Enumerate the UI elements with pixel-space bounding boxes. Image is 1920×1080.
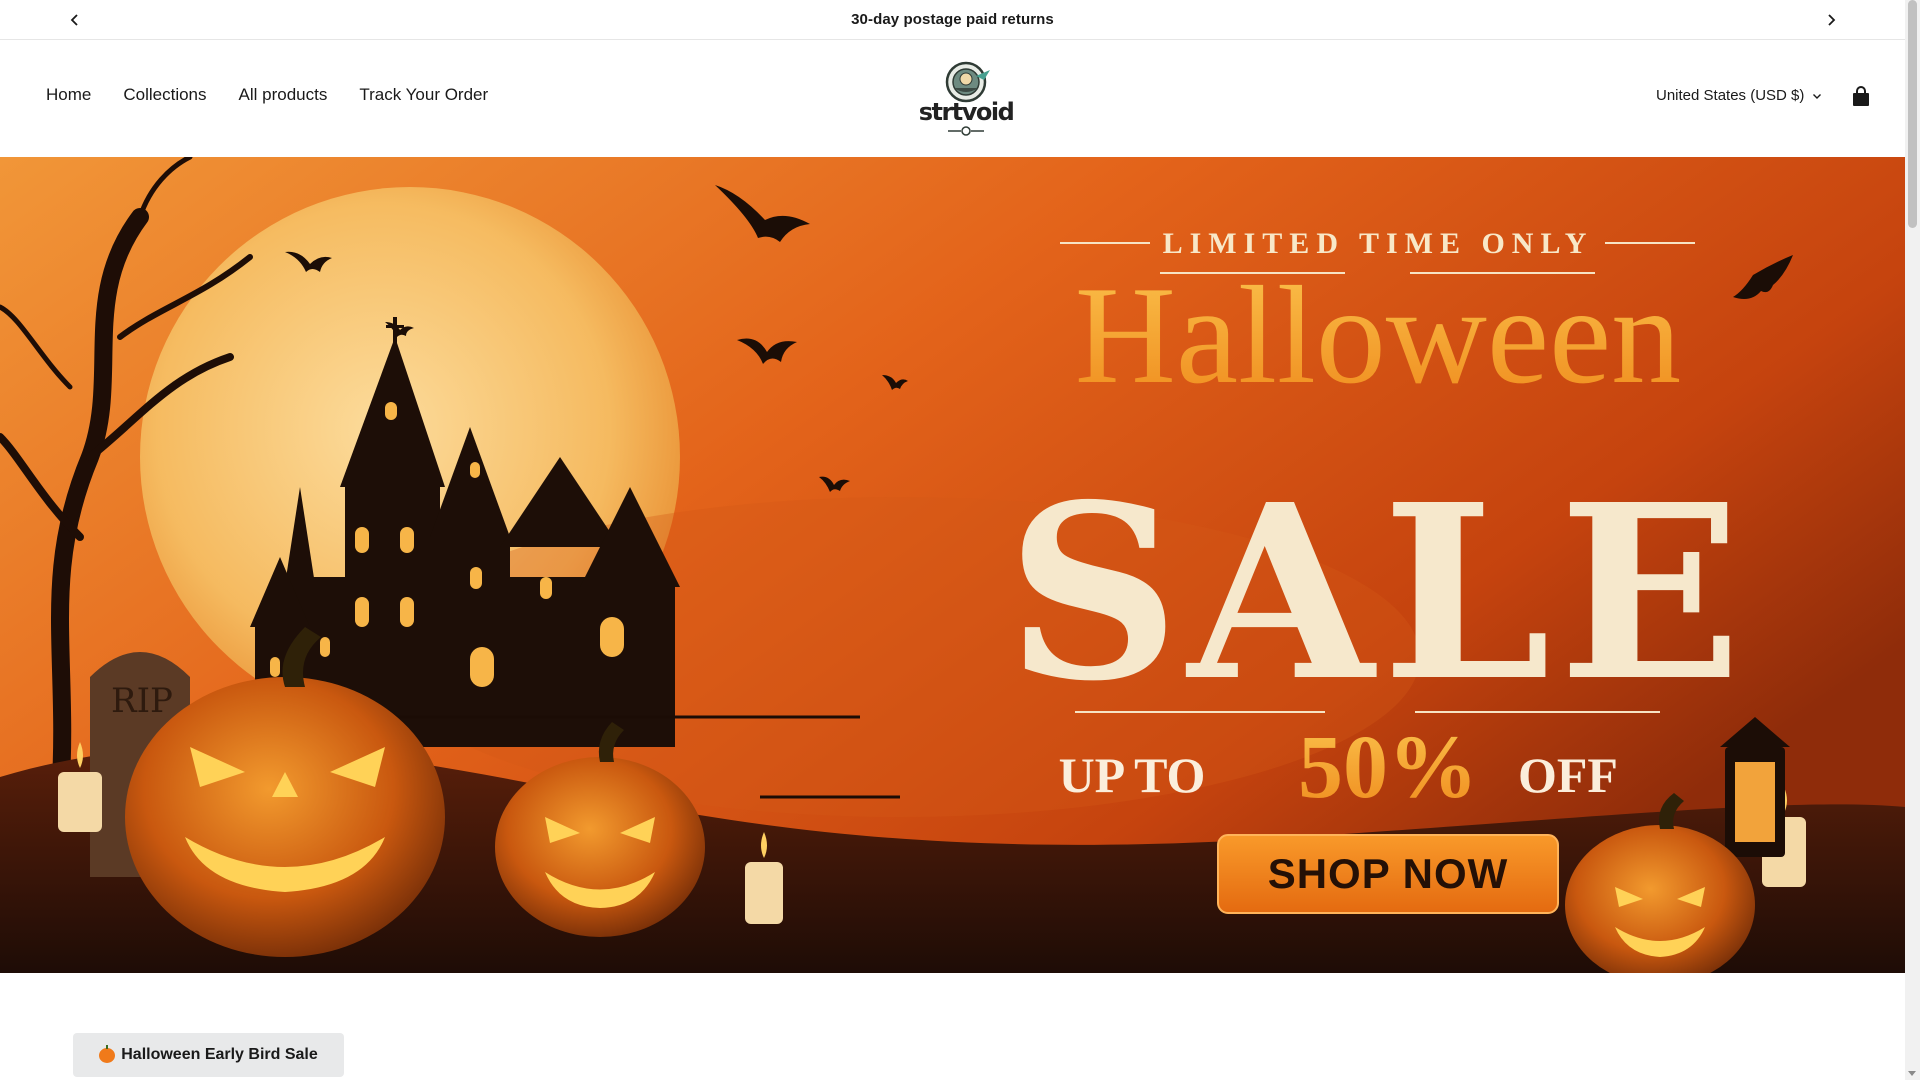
hero-illustration: RIP LIMITED TIME ONLY Halloween SALE UP … bbox=[0, 157, 1905, 973]
scroll-down-arrow-icon[interactable] bbox=[1908, 1071, 1916, 1076]
nav-all-products[interactable]: All products bbox=[239, 85, 328, 105]
shop-now-button[interactable]: SHOP NOW bbox=[1217, 834, 1559, 914]
hero-offer-prefix: UP TO bbox=[1059, 747, 1206, 803]
currency-label: United States (USD $) bbox=[1656, 87, 1805, 104]
nav-collections[interactable]: Collections bbox=[123, 85, 206, 105]
pumpkin-icon bbox=[99, 1044, 116, 1063]
scrollbar-thumb[interactable] bbox=[1908, 0, 1917, 228]
cart-button[interactable] bbox=[1849, 85, 1873, 109]
announcement-next-button[interactable] bbox=[1819, 8, 1843, 32]
logo-wordmark: strtvoid bbox=[918, 98, 1015, 126]
hero-offer-suffix: OFF bbox=[1518, 747, 1618, 803]
hero-headline: Halloween bbox=[1075, 258, 1681, 413]
chevron-right-icon bbox=[1828, 14, 1836, 26]
tombstone-text: RIP bbox=[111, 681, 173, 721]
chevron-left-icon bbox=[70, 14, 78, 26]
site-header: Home Collections All products Track Your… bbox=[0, 40, 1905, 157]
announcement-prev-button[interactable] bbox=[63, 8, 87, 32]
currency-selector[interactable]: United States (USD $) bbox=[1656, 87, 1822, 104]
nav-home[interactable]: Home bbox=[46, 85, 91, 105]
page-scrollbar[interactable] bbox=[1905, 0, 1920, 1080]
hero-kicker: LIMITED TIME ONLY bbox=[1163, 227, 1594, 260]
section-badge: Halloween Early Bird Sale bbox=[73, 1033, 344, 1077]
hero-offer-value: 50% bbox=[1298, 718, 1478, 817]
shop-now-label: SHOP NOW bbox=[1268, 850, 1509, 897]
hero-sale: SALE bbox=[1006, 452, 1749, 734]
hero-banner[interactable]: RIP LIMITED TIME ONLY Halloween SALE UP … bbox=[0, 157, 1905, 973]
shopping-bag-icon bbox=[1853, 86, 1869, 106]
announcement-bar: 30-day postage paid returns bbox=[0, 0, 1905, 40]
nav-track-order[interactable]: Track Your Order bbox=[359, 85, 488, 105]
section-badge-label: Halloween Early Bird Sale bbox=[121, 1046, 318, 1063]
main-nav: Home Collections All products Track Your… bbox=[46, 85, 488, 105]
chevron-down-icon bbox=[1813, 93, 1822, 99]
announcement-text: 30-day postage paid returns bbox=[851, 11, 1054, 28]
store-logo[interactable]: strtvoid bbox=[918, 60, 1015, 138]
